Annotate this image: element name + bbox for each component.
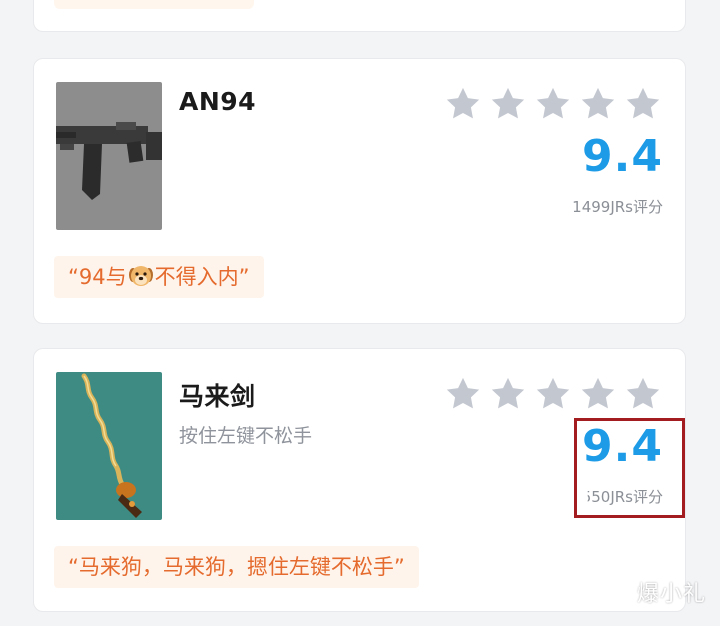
star-icon — [581, 377, 615, 409]
star-icon — [626, 377, 660, 409]
item-quote: “94与 不得入内” — [54, 256, 264, 298]
previous-card-partial[interactable] — [33, 0, 686, 32]
score-highlight-box — [574, 418, 685, 518]
an94-rifle-image[interactable] — [56, 82, 162, 230]
item-subtitle: 按住左键不松手 — [179, 425, 313, 447]
sword-illustration — [56, 372, 162, 520]
item-name: AN94 — [179, 87, 257, 116]
star-icon — [536, 377, 570, 409]
star-icon — [491, 377, 525, 409]
rating-count: 1499JRs评分 — [572, 198, 663, 216]
dog-face-icon — [128, 266, 153, 286]
watermark: 爆小礼 — [636, 582, 706, 607]
page: AN94 9.4 1499JRs评分 “94与 不得入内” 马来剑 按住左键不松… — [0, 0, 720, 626]
item-name: 马来剑 — [179, 382, 256, 411]
quote-text-start: “94与 — [68, 265, 127, 289]
score-value: 9.4 — [582, 131, 663, 182]
star-rating — [444, 85, 664, 125]
previous-card-quote-strip — [54, 0, 254, 9]
item-quote: “马来狗，马来狗，摁住左键不松手” — [54, 546, 419, 588]
weapon-card-an94[interactable]: AN94 9.4 1499JRs评分 “94与 不得入内” — [33, 58, 686, 324]
star-icon — [491, 87, 525, 119]
star-icon — [626, 87, 660, 119]
star-rating — [444, 375, 664, 415]
star-icon — [581, 87, 615, 119]
kris-sword-image[interactable] — [56, 372, 162, 520]
star-icon — [446, 377, 480, 409]
star-icon — [446, 87, 480, 119]
star-icon — [536, 87, 570, 119]
rifle-illustration — [56, 82, 162, 230]
quote-text-end: 不得入内” — [154, 265, 250, 289]
